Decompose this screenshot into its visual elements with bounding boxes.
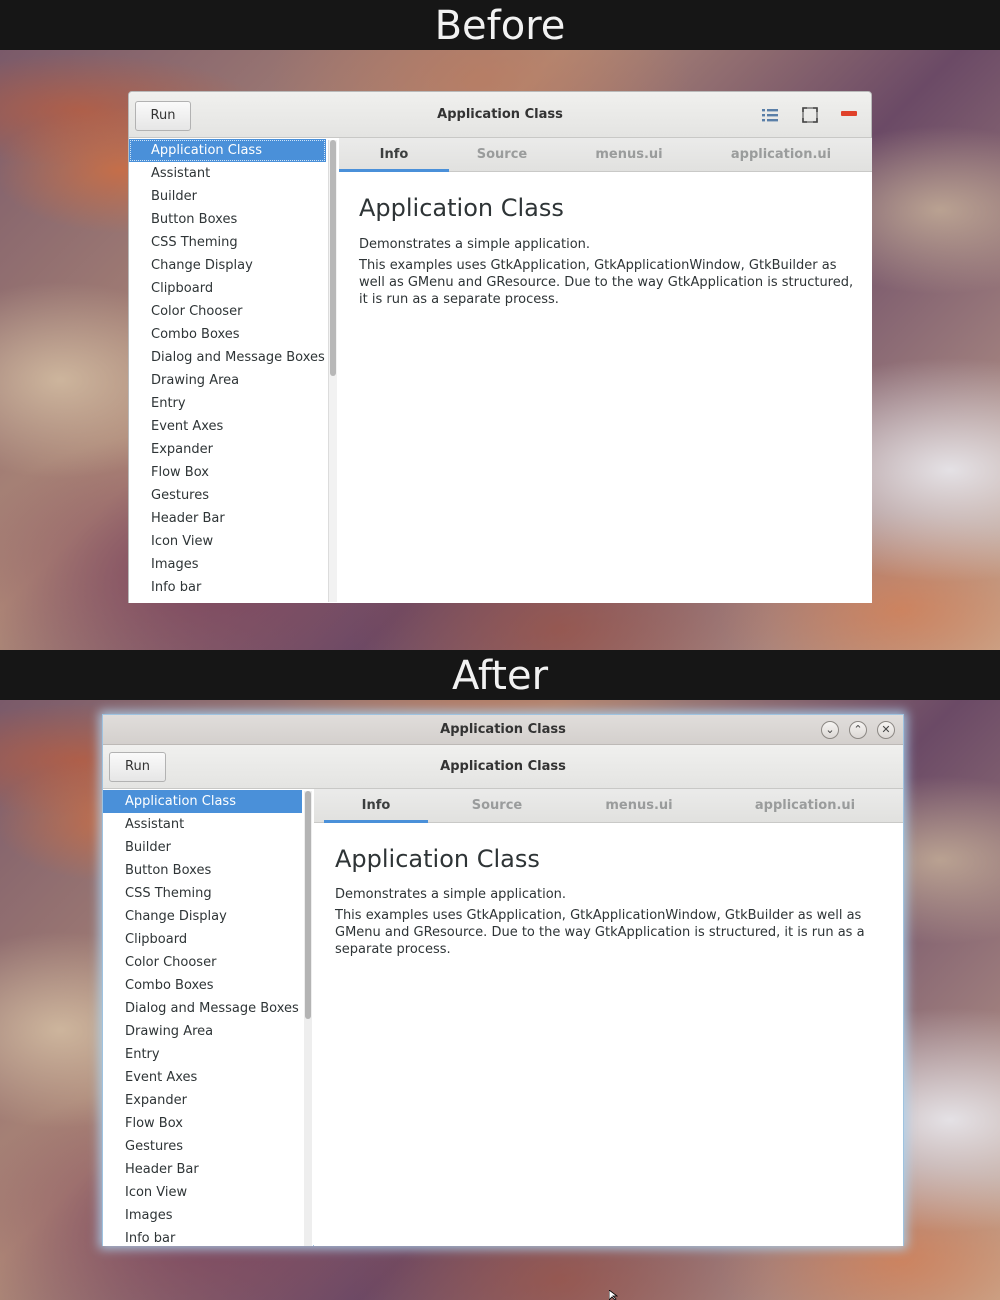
sidebar-item[interactable]: Entry	[103, 1043, 302, 1066]
scrollbar-thumb[interactable]	[330, 140, 336, 376]
sidebar-item[interactable]: Builder	[129, 185, 326, 208]
sidebar-item[interactable]: Event Axes	[103, 1066, 302, 1089]
sidebar-item[interactable]: Application Class	[129, 139, 326, 162]
sidebar-item[interactable]: Gestures	[103, 1135, 302, 1158]
tab-application-ui[interactable]: application.ui	[707, 138, 855, 172]
tab-bar: Info Source menus.ui application.ui	[339, 138, 872, 172]
sidebar-item[interactable]: Event Axes	[129, 415, 326, 438]
sidebar-item[interactable]: Images	[103, 1204, 302, 1227]
sidebar-item[interactable]: Images	[129, 553, 326, 576]
tab-menus-ui[interactable]: menus.ui	[567, 138, 691, 172]
sidebar-item[interactable]: Button Boxes	[103, 859, 302, 882]
sidebar: Application Class Assistant Builder Butt…	[103, 789, 313, 1246]
description-detail: This examples uses GtkApplication, GtkAp…	[359, 258, 854, 307]
tab-info[interactable]: Info	[339, 138, 449, 172]
sidebar-item[interactable]: Flow Box	[103, 1112, 302, 1135]
sidebar-scrollbar[interactable]	[304, 791, 312, 1246]
sidebar-item[interactable]: Combo Boxes	[129, 323, 326, 346]
tab-bar: Info Source menus.ui application.ui	[314, 789, 903, 823]
page-title: Application Class	[335, 845, 540, 873]
sidebar-item[interactable]: Drawing Area	[129, 369, 326, 392]
sidebar-item[interactable]: Info bar	[103, 1227, 302, 1246]
notebook: Info Source menus.ui application.ui Appl…	[339, 138, 872, 603]
page-title: Application Class	[359, 194, 564, 222]
tab-source[interactable]: Source	[449, 138, 555, 172]
description-summary: Demonstrates a simple application.	[359, 237, 591, 252]
window-before: Run Application Class Application Class …	[128, 91, 872, 603]
sidebar-item[interactable]: CSS Theming	[129, 231, 326, 254]
sidebar-item[interactable]: Info bar	[129, 576, 326, 599]
demo-list: Application Class Assistant Builder Butt…	[103, 790, 302, 1246]
sidebar-item[interactable]: Flow Box	[129, 461, 326, 484]
window-title: Application Class	[437, 107, 563, 122]
scrollbar-thumb[interactable]	[305, 791, 311, 1019]
wm-titlebar[interactable]: Application Class ⌄ ⌃ ✕	[103, 715, 903, 745]
fullscreen-icon[interactable]	[801, 106, 819, 124]
minimize-icon[interactable]: ⌄	[821, 721, 839, 739]
demo-list: Application Class Assistant Builder Butt…	[129, 139, 326, 599]
sidebar-item[interactable]: Assistant	[129, 162, 326, 185]
sidebar-item[interactable]: Clipboard	[129, 277, 326, 300]
after-label: After	[0, 650, 1000, 700]
window-title: Application Class	[440, 759, 566, 774]
sidebar-item[interactable]: Expander	[103, 1089, 302, 1112]
description-summary: Demonstrates a simple application.	[335, 887, 567, 902]
sidebar-item[interactable]: Dialog and Message Boxes	[129, 346, 326, 369]
sidebar-item[interactable]: Icon View	[129, 530, 326, 553]
sidebar-item[interactable]: Header Bar	[129, 507, 326, 530]
header-bar: Run Application Class	[129, 92, 871, 138]
wm-window-title: Application Class	[440, 722, 566, 737]
tab-source[interactable]: Source	[444, 789, 550, 823]
close-bar-icon[interactable]	[841, 111, 857, 116]
notebook: Info Source menus.ui application.ui Appl…	[314, 789, 903, 1246]
tab-info[interactable]: Info	[324, 789, 428, 823]
maximize-icon[interactable]: ⌃	[849, 721, 867, 739]
sidebar-item[interactable]: Color Chooser	[103, 951, 302, 974]
mouse-cursor-icon	[609, 1290, 619, 1300]
sidebar-item[interactable]: Gestures	[129, 484, 326, 507]
header-bar: Run Application Class	[103, 745, 903, 789]
sidebar-item[interactable]: Combo Boxes	[103, 974, 302, 997]
sidebar: Application Class Assistant Builder Butt…	[129, 138, 339, 603]
sidebar-item[interactable]: Entry	[129, 392, 326, 415]
sidebar-scrollbar[interactable]	[328, 140, 337, 602]
sidebar-item[interactable]: Header Bar	[103, 1158, 302, 1181]
sidebar-item[interactable]: Builder	[103, 836, 302, 859]
tab-menus-ui[interactable]: menus.ui	[576, 789, 702, 823]
list-view-icon[interactable]	[761, 106, 779, 124]
info-content: Application Class Demonstrates a simple …	[339, 172, 872, 603]
sidebar-item[interactable]: Dialog and Message Boxes	[103, 997, 302, 1020]
tab-application-ui[interactable]: application.ui	[730, 789, 880, 823]
sidebar-item[interactable]: Expander	[129, 438, 326, 461]
close-icon[interactable]: ✕	[877, 721, 895, 739]
sidebar-item[interactable]: Assistant	[103, 813, 302, 836]
sidebar-item[interactable]: Change Display	[129, 254, 326, 277]
sidebar-item[interactable]: Drawing Area	[103, 1020, 302, 1043]
window-after: Application Class ⌄ ⌃ ✕ Run Application …	[102, 714, 904, 1246]
sidebar-item[interactable]: Icon View	[103, 1181, 302, 1204]
description-detail: This examples uses GtkApplication, GtkAp…	[335, 908, 865, 957]
info-content: Application Class Demonstrates a simple …	[314, 823, 903, 1246]
sidebar-item[interactable]: Clipboard	[103, 928, 302, 951]
sidebar-item[interactable]: Button Boxes	[129, 208, 326, 231]
sidebar-item[interactable]: Color Chooser	[129, 300, 326, 323]
sidebar-item[interactable]: Application Class	[103, 790, 302, 813]
sidebar-item[interactable]: Change Display	[103, 905, 302, 928]
before-label: Before	[0, 0, 1000, 50]
sidebar-item[interactable]: CSS Theming	[103, 882, 302, 905]
